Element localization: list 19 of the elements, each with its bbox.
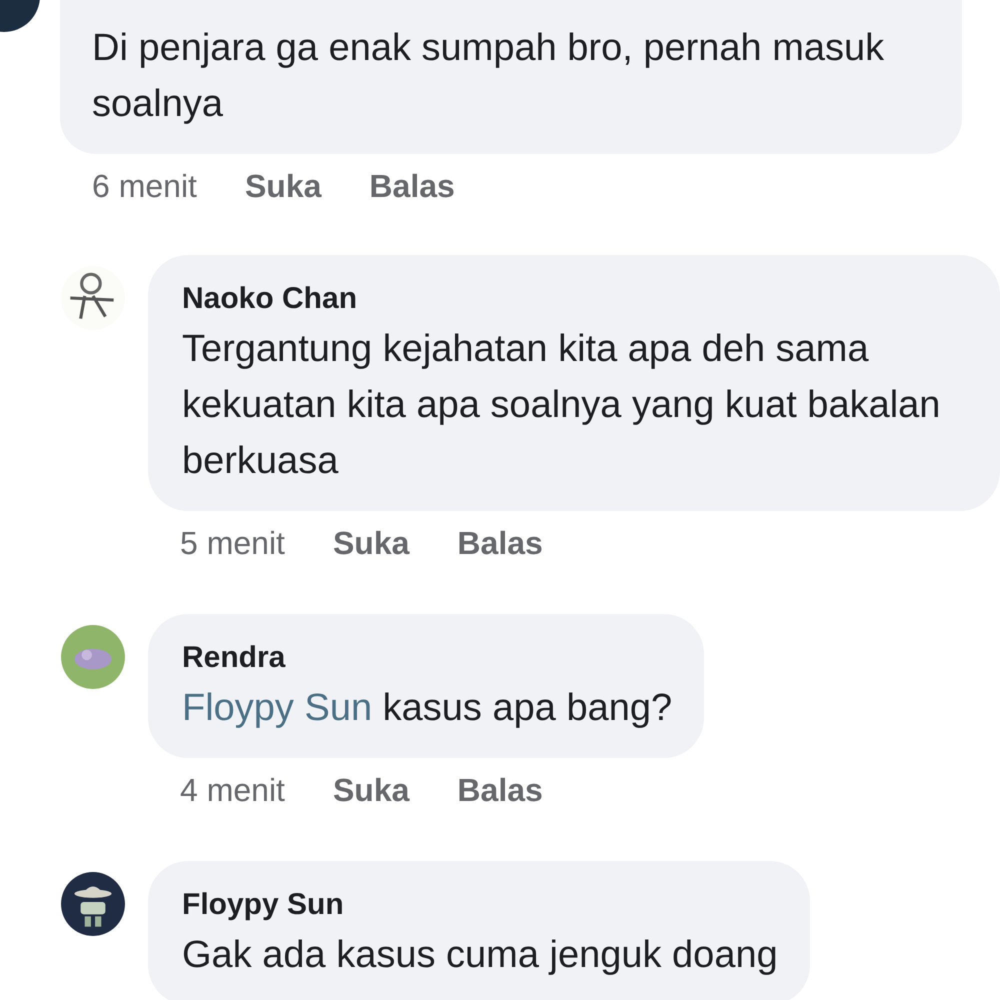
reply-link[interactable]: Balas	[457, 525, 543, 562]
like-link[interactable]: Suka	[332, 525, 410, 562]
author-name[interactable]: Naoko Chan	[182, 277, 968, 321]
comment-text: Di penjara ga enak sumpah bro, pernah masuk soalnya	[92, 26, 886, 127]
reply-link[interactable]: Balas	[369, 168, 455, 205]
avatar-icon[interactable]	[60, 871, 126, 937]
avatar-icon[interactable]	[60, 265, 126, 331]
comment-time: 5 menit	[180, 525, 285, 562]
comment-text: Tergantung kejahatan kita apa deh sama kekuatan kita apa soalnya yang kuat bakalan berkuasa	[182, 327, 942, 484]
comment-time: 6 menit	[92, 168, 197, 205]
mention-link[interactable]: Floypy Sun	[182, 687, 372, 729]
reply-link[interactable]: Balas	[457, 772, 543, 809]
author-name[interactable]: Floypy Sun	[182, 883, 778, 927]
comment-time: 4 menit	[180, 772, 285, 809]
like-link[interactable]: Suka	[244, 168, 322, 205]
comment-text: Gak ada kasus cuma jenguk doang	[182, 933, 778, 978]
comment-text: Floypy Sun kasus apa bang?	[182, 686, 672, 731]
like-link[interactable]: Suka	[332, 772, 410, 809]
author-name[interactable]: Rendra	[182, 636, 672, 680]
